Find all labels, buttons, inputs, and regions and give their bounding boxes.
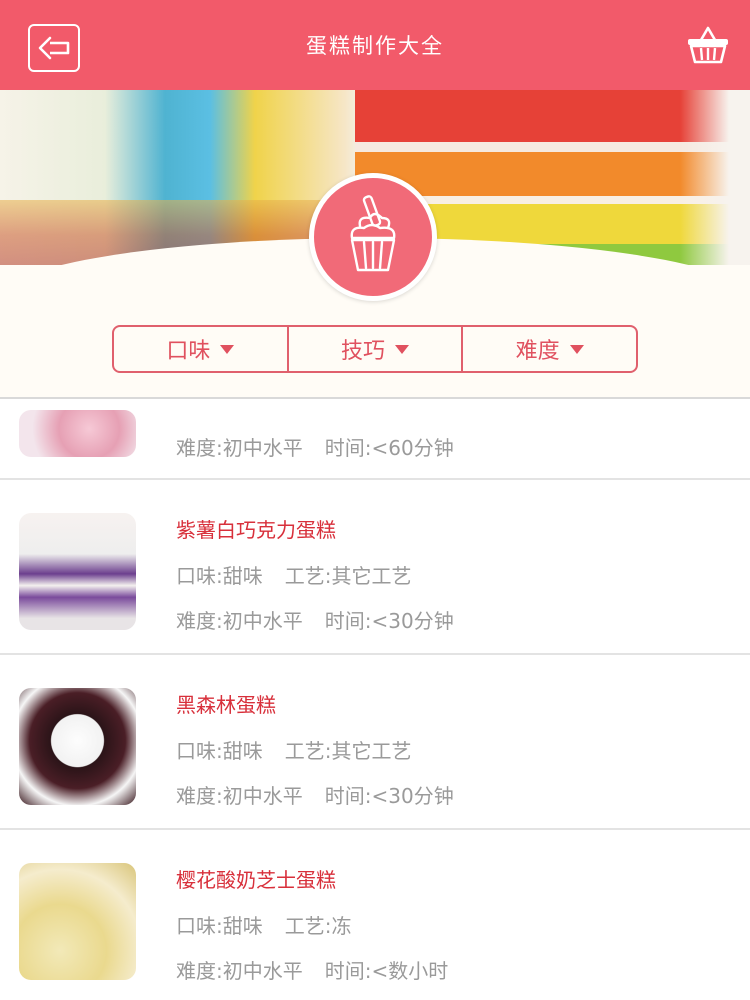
recipe-difficulty: 难度:初中水平	[176, 784, 303, 808]
recipe-meta-row: 口味:甜味 工艺:冻	[176, 910, 352, 939]
recipe-name: 紫薯白巧克力蛋糕	[176, 518, 336, 542]
recipe-time: 时间:<数小时	[324, 959, 449, 983]
recipe-name: 黑森林蛋糕	[176, 693, 276, 717]
ice-cream-icon	[350, 195, 396, 272]
back-arrow-icon	[38, 36, 70, 60]
recipe-taste: 口味:甜味	[176, 739, 263, 763]
back-button[interactable]	[28, 24, 80, 72]
recipe-craft: 工艺:其它工艺	[284, 739, 412, 763]
recipe-meta-row: 难度:初中水平 时间:<30分钟	[176, 605, 454, 634]
recipe-craft: 工艺:冻	[284, 914, 352, 938]
recipe-taste: 口味:甜味	[176, 914, 263, 938]
recipe-difficulty: 难度:初中水平	[176, 436, 303, 460]
recipe-thumbnail	[19, 410, 136, 457]
recipe-time: 时间:<30分钟	[324, 609, 454, 633]
recipe-taste: 口味:甜味	[176, 564, 263, 588]
recipe-meta-row: 口味:甜味 工艺:其它工艺	[176, 735, 412, 764]
recipe-thumbnail	[19, 863, 136, 980]
category-badge	[309, 173, 437, 301]
recipe-meta-row: 难度:初中水平 时间:<60分钟	[176, 432, 454, 461]
recipe-meta-row: 口味:甜味 工艺:其它工艺	[176, 560, 412, 589]
recipe-difficulty: 难度:初中水平	[176, 959, 303, 983]
recipe-name: 樱花酸奶芝士蛋糕	[176, 868, 336, 892]
basket-icon	[688, 26, 728, 64]
page-title: 蛋糕制作大全	[306, 34, 444, 58]
recipe-time: 时间:<30分钟	[324, 784, 454, 808]
recipe-item[interactable]: 樱花酸奶芝士蛋糕 口味:甜味 工艺:冻 难度:初中水平 时间:<数小时	[0, 830, 750, 1000]
recipe-item[interactable]: 紫薯白巧克力蛋糕 口味:甜味 工艺:其它工艺 难度:初中水平 时间:<30分钟	[0, 480, 750, 655]
recipe-craft: 工艺:其它工艺	[284, 564, 412, 588]
recipe-meta-row: 难度:初中水平 时间:<数小时	[176, 955, 448, 984]
basket-button[interactable]	[684, 20, 732, 68]
top-bar: 蛋糕制作大全	[0, 0, 750, 90]
recipe-item[interactable]: 黑森林蛋糕 口味:甜味 工艺:其它工艺 难度:初中水平 时间:<30分钟	[0, 655, 750, 830]
recipe-item[interactable]: 难度:初中水平 时间:<60分钟	[0, 305, 750, 480]
recipe-difficulty: 难度:初中水平	[176, 609, 303, 633]
recipe-thumbnail	[19, 688, 136, 805]
recipe-time: 时间:<60分钟	[324, 436, 454, 460]
recipe-thumbnail	[19, 513, 136, 630]
recipe-meta-row: 难度:初中水平 时间:<30分钟	[176, 780, 454, 809]
